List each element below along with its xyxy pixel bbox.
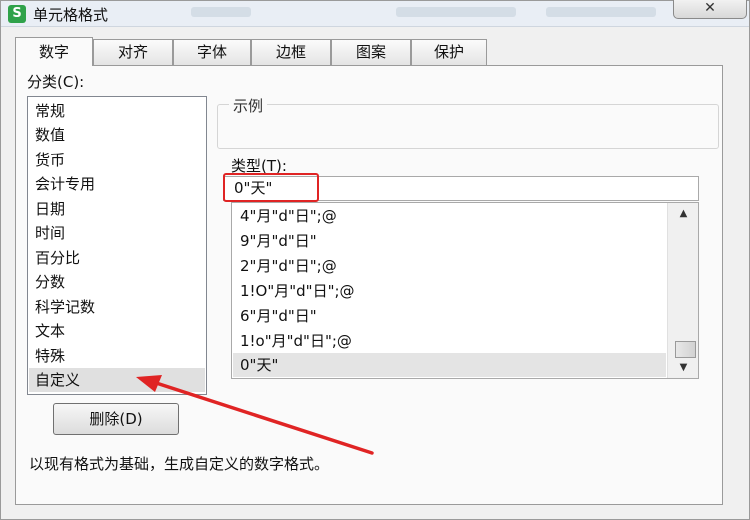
format-option-selected[interactable]: 0"天" [233, 353, 666, 377]
tab-protection[interactable]: 保护 [411, 39, 487, 66]
category-item-scientific[interactable]: 科学记数 [29, 295, 205, 319]
format-option[interactable]: 6"月"d"日" [233, 304, 666, 328]
format-option[interactable]: 1!o"月"d"日";@ [233, 329, 666, 353]
annotation-highlight-box [223, 173, 319, 202]
close-button[interactable]: ✕ [673, 0, 747, 19]
category-item-number[interactable]: 数值 [29, 123, 205, 147]
dialog-title: 单元格格式 [33, 6, 109, 24]
format-option[interactable]: 2"月"d"日";@ [233, 254, 666, 278]
category-label: 分类(C): [27, 73, 85, 91]
category-item-fraction[interactable]: 分数 [29, 270, 205, 294]
category-item-special[interactable]: 特殊 [29, 344, 205, 368]
example-groupbox [217, 104, 719, 149]
category-item-currency[interactable]: 货币 [29, 148, 205, 172]
scroll-down-icon[interactable]: ▼ [668, 358, 698, 378]
title-bar: S 单元格格式 ✕ [1, 0, 749, 27]
category-item-custom[interactable]: 自定义 [29, 368, 205, 392]
tab-alignment[interactable]: 对齐 [93, 39, 173, 66]
scroll-up-icon[interactable]: ▲ [668, 204, 698, 224]
tab-border[interactable]: 边框 [251, 39, 331, 66]
format-option[interactable]: 1!O"月"d"日";@ [233, 279, 666, 303]
close-icon: ✕ [704, 0, 716, 16]
scroll-thumb[interactable] [675, 341, 696, 358]
category-item-general[interactable]: 常规 [29, 99, 205, 123]
format-option[interactable]: 4"月"d"日";@ [233, 204, 666, 228]
format-list-scrollbar[interactable]: ▲ ▼ [667, 203, 698, 378]
category-item-text[interactable]: 文本 [29, 319, 205, 343]
app-icon: S [8, 5, 26, 23]
category-item-percentage[interactable]: 百分比 [29, 246, 205, 270]
example-label: 示例 [229, 95, 268, 116]
format-description: 以现有格式为基础，生成自定义的数字格式。 [29, 455, 330, 473]
blurred-toolbar-area [191, 7, 251, 17]
delete-button[interactable]: 删除(D) [53, 403, 179, 435]
category-list[interactable]: 常规 数值 货币 会计专用 日期 时间 百分比 分数 科学记数 文本 特殊 自定… [27, 96, 207, 395]
format-option[interactable]: 9"月"d"日" [233, 229, 666, 253]
format-type-list[interactable]: 4"月"d"日";@ 9"月"d"日" 2"月"d"日";@ 1!O"月"d"日… [231, 202, 699, 379]
format-cells-dialog: S 单元格格式 ✕ 数字 对齐 字体 边框 图案 保护 分类(C): 常规 数值… [0, 0, 750, 520]
blurred-toolbar-area [546, 7, 656, 17]
tab-pattern[interactable]: 图案 [331, 39, 411, 66]
tab-font[interactable]: 字体 [173, 39, 251, 66]
category-item-accounting[interactable]: 会计专用 [29, 172, 205, 196]
blurred-toolbar-area [396, 7, 516, 17]
category-item-date[interactable]: 日期 [29, 197, 205, 221]
category-item-time[interactable]: 时间 [29, 221, 205, 245]
tab-number[interactable]: 数字 [15, 37, 93, 66]
